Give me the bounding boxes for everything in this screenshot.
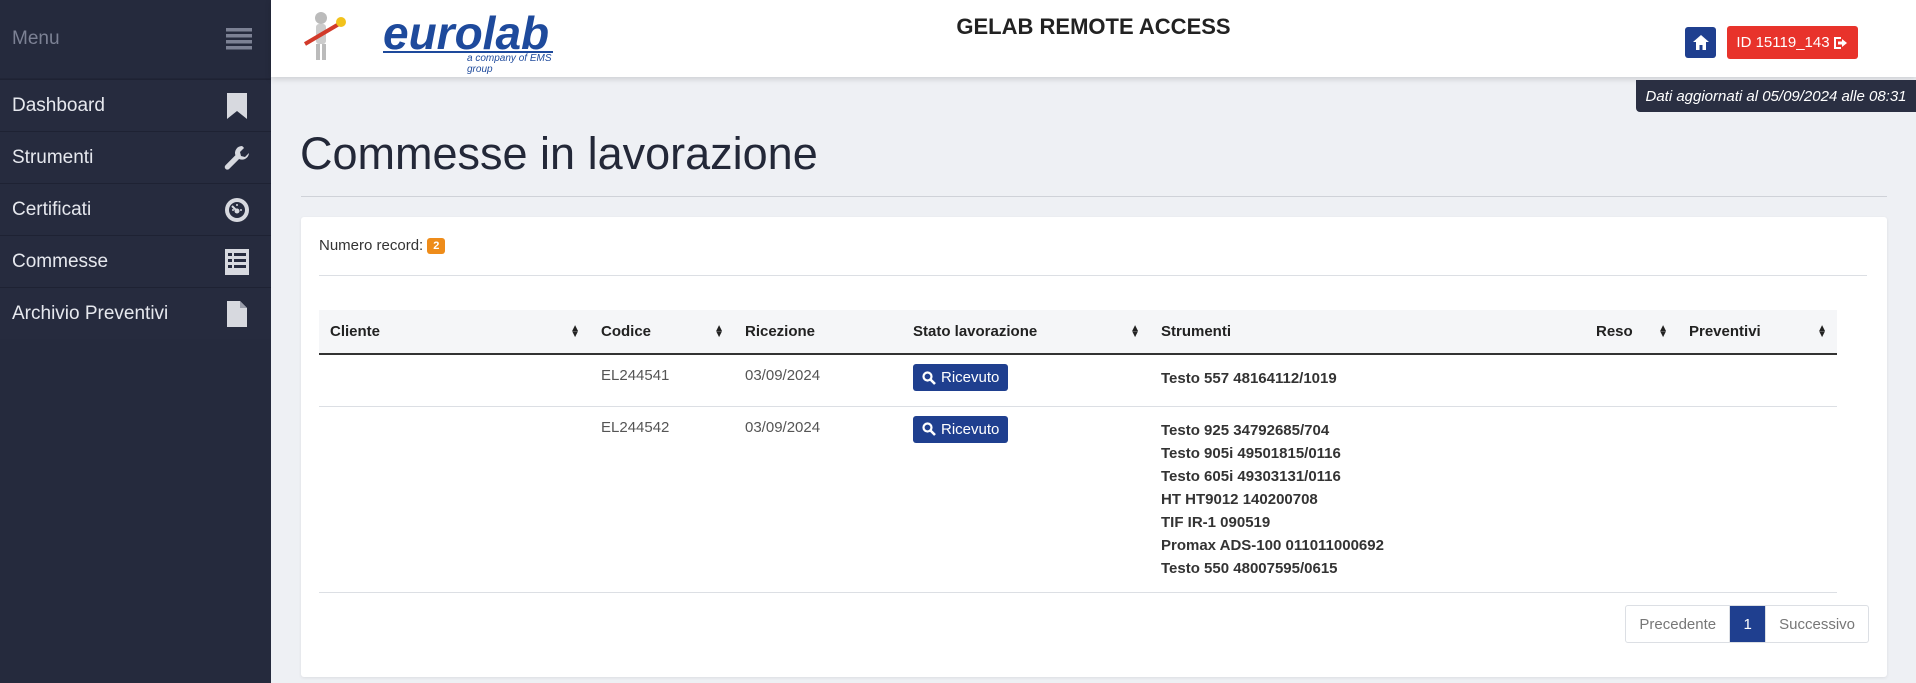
search-icon <box>922 370 936 385</box>
pagination: Precedente 1 Successivo <box>1625 605 1869 643</box>
column-label: Stato lavorazione <box>913 323 1038 340</box>
column-label: Preventivi <box>1689 323 1761 340</box>
bookmark-icon <box>223 92 251 120</box>
sidebar-item-label: Certificati <box>12 198 92 220</box>
cell-codice: EL244542 <box>590 406 734 593</box>
top-header: eurolab a company of EMS group GELAB REM… <box>271 0 1916 77</box>
column-label: Ricezione <box>745 323 816 340</box>
table-row: EL244541 03/09/2024 Ricevuto Testo 557 4… <box>319 354 1837 407</box>
sort-icon[interactable]: ▲ ▼ <box>714 324 724 340</box>
logo-subtitle: a company of EMS group <box>467 53 552 75</box>
records-count-badge: 2 <box>427 237 446 254</box>
wrench-icon <box>223 144 251 172</box>
column-header-reso[interactable]: Reso ▲ ▼ <box>1585 310 1678 355</box>
sidebar-item-label: Dashboard <box>12 94 105 116</box>
records-divider <box>319 275 1867 276</box>
column-header-stato[interactable]: Stato lavorazione ▲ ▼ <box>902 310 1150 355</box>
sidebar-item-archivio-preventivi[interactable]: Archivio Preventivi <box>0 287 271 339</box>
title-divider <box>301 196 1887 197</box>
hamburger-icon[interactable] <box>225 25 253 53</box>
instrument-item: Testo 605i 49303131/0116 <box>1161 467 1341 485</box>
cell-stato: Ricevuto <box>902 354 1150 407</box>
cell-reso <box>1585 406 1678 593</box>
column-header-strumenti[interactable]: Strumenti <box>1150 310 1585 355</box>
status-ricevuto-button[interactable]: Ricevuto <box>913 364 1009 391</box>
file-icon <box>223 300 251 328</box>
user-id-label: ID 15119_143 <box>1736 34 1830 51</box>
cell-codice: EL244541 <box>590 354 734 407</box>
column-header-ricezione[interactable]: Ricezione <box>734 310 902 355</box>
cell-preventivi <box>1678 406 1837 593</box>
column-label: Strumenti <box>1161 323 1232 340</box>
cell-stato: Ricevuto <box>902 406 1150 593</box>
cell-strumenti: Testo 925 34792685/704 Testo 905i 495018… <box>1150 406 1585 593</box>
sidebar-item-dashboard[interactable]: Dashboard <box>0 79 271 131</box>
sidebar-item-label: Commesse <box>12 250 109 272</box>
instrument-item: TIF IR-1 090519 <box>1161 513 1271 531</box>
sidebar-item-certificati[interactable]: Certificati <box>0 183 271 235</box>
home-icon <box>1692 35 1709 50</box>
home-button[interactable] <box>1685 27 1716 58</box>
page-title: Commesse in lavorazione <box>300 128 818 179</box>
sidebar-item-commesse[interactable]: Commesse <box>0 235 271 287</box>
cell-cliente <box>319 354 590 407</box>
instrument-item: Testo 905i 49501815/0116 <box>1161 444 1341 462</box>
status-ricevuto-button[interactable]: Ricevuto <box>913 415 1009 443</box>
column-label: Cliente <box>330 323 381 340</box>
list-icon <box>223 248 251 276</box>
dashboard-gauge-icon <box>223 196 251 224</box>
user-logout-button[interactable]: ID 15119_143 <box>1727 26 1858 59</box>
cell-preventivi <box>1678 354 1837 407</box>
status-label: Ricevuto <box>941 420 1000 438</box>
status-label: Ricevuto <box>941 369 1000 386</box>
column-header-codice[interactable]: Codice ▲ ▼ <box>590 310 734 355</box>
sort-icon[interactable]: ▲ ▼ <box>1817 324 1827 340</box>
records-label: Numero record: <box>319 237 424 254</box>
sidebar: Menu Dashboard Strumenti Certificati Com… <box>0 0 271 683</box>
sort-icon[interactable]: ▲ ▼ <box>1130 324 1140 340</box>
table-header-row: Cliente ▲ ▼ Codice ▲ ▼ Ricezione Stato lavor… <box>319 310 1837 355</box>
cell-ricezione: 03/09/2024 <box>734 406 902 593</box>
sort-icon[interactable]: ▲ ▼ <box>1658 324 1668 340</box>
instrument-item: Promax ADS-100 011011000692 <box>1161 536 1384 554</box>
column-label: Reso <box>1596 323 1633 340</box>
sidebar-item-strumenti[interactable]: Strumenti <box>0 131 271 183</box>
pagination-previous[interactable]: Precedente <box>1626 606 1729 642</box>
cell-cliente <box>319 406 590 593</box>
pagination-page-1[interactable]: 1 <box>1729 606 1766 642</box>
search-icon <box>922 422 936 436</box>
instrument-item: Testo 925 34792685/704 <box>1161 421 1330 439</box>
column-header-preventivi[interactable]: Preventivi ▲ ▼ <box>1678 310 1837 355</box>
cell-strumenti: Testo 557 48164112/1019 <box>1150 354 1585 407</box>
sidebar-item-label: Archivio Preventivi <box>12 302 169 324</box>
menu-label: Menu <box>12 28 60 49</box>
sort-icon[interactable]: ▲ ▼ <box>570 324 580 340</box>
commesse-table: Cliente ▲ ▼ Codice ▲ ▼ Ricezione Stato lavor… <box>319 310 1837 593</box>
column-header-cliente[interactable]: Cliente ▲ ▼ <box>319 310 590 355</box>
cell-reso <box>1585 354 1678 407</box>
pagination-next[interactable]: Successivo <box>1765 606 1868 642</box>
instrument-item: HT HT9012 140200708 <box>1161 490 1318 508</box>
app-title: GELAB REMOTE ACCESS <box>956 14 1231 39</box>
instrument-item: Testo 557 48164112/1019 <box>1161 370 1337 387</box>
table-row: EL244542 03/09/2024 Ricevuto Testo 925 3… <box>319 406 1837 593</box>
record-count: Numero record: 2 <box>319 237 446 254</box>
sidebar-menu-header[interactable]: Menu <box>0 0 271 78</box>
instrument-item: Testo 550 48007595/0615 <box>1161 559 1338 577</box>
commesse-panel: Numero record: 2 Cliente ▲ ▼ Codice ▲ ▼ Rice… <box>301 217 1887 677</box>
sidebar-item-label: Strumenti <box>12 146 94 168</box>
column-label: Codice <box>601 323 652 340</box>
data-update-notice: Dati aggiornati al 05/09/2024 alle 08:31 <box>1636 80 1916 112</box>
sign-out-icon <box>1833 36 1847 49</box>
cell-ricezione: 03/09/2024 <box>734 354 902 407</box>
